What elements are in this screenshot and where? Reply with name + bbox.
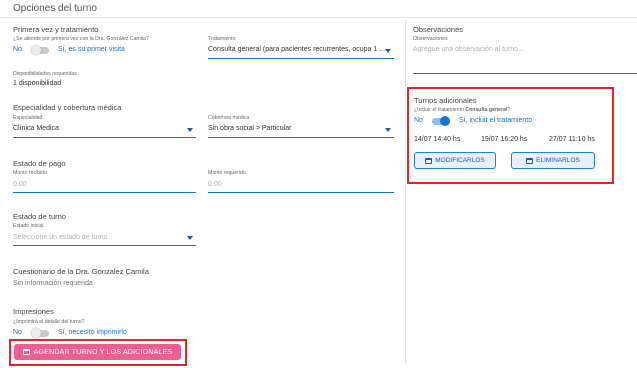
treatment-value: Consulta general (para pacientes recurre…: [208, 46, 386, 53]
specialty-label: Especialidad: [13, 115, 43, 121]
treatment-select[interactable]: Consulta general (para pacientes recurre…: [208, 43, 394, 59]
include-treatment-toggle[interactable]: [432, 116, 450, 126]
appointment-status-title: Estado de turno: [13, 212, 66, 221]
observations-placeholder: Agregue una observación al turno...: [413, 46, 524, 53]
calendar-icon: [22, 349, 30, 355]
first-visit-section-title: Primera vez y tratamiento: [13, 25, 99, 34]
questionnaire-value: Sin información requerida: [13, 280, 93, 287]
amount-received-label: Monto recibido: [13, 170, 48, 176]
observations-label: Observaciones: [413, 36, 448, 42]
coverage-select[interactable]: Sin obra social > Particular: [208, 122, 394, 138]
dropdown-arrow-icon: [385, 128, 391, 132]
options-header: Opciones del turno: [0, 0, 637, 18]
coverage-label: Cobertura médica: [208, 115, 250, 121]
initial-status-select[interactable]: Seleccione un estado de turno: [13, 230, 196, 246]
print-toggle[interactable]: [31, 328, 49, 338]
dropdown-arrow-icon: [187, 236, 193, 240]
print-section-title: Impresiones: [13, 307, 54, 316]
coverage-value: Sin obra social > Particular: [208, 125, 292, 132]
first-visit-no-label: No: [13, 46, 22, 53]
print-yes-label: Sí, necesito imprimirlo: [58, 329, 127, 336]
availability-label: Disponibilidades requeridas: [13, 71, 77, 77]
dropdown-arrow-icon: [187, 128, 193, 132]
amount-received-input[interactable]: 0.00: [13, 177, 196, 193]
first-visit-toggle[interactable]: [31, 45, 49, 55]
schedule-button-label: AGENDAR TURNO Y LOS ADICIONALES: [33, 348, 173, 356]
calendar-icon: [425, 157, 433, 164]
column-divider: [405, 20, 406, 365]
treatment-label: Tratamiento: [208, 36, 236, 42]
amount-required-input[interactable]: 0.00: [208, 177, 394, 193]
questionnaire-title: Cuestionario de la Dra. Gonzalez Camila: [13, 267, 149, 276]
specialty-section-title: Especialidad y cobertura médica: [13, 103, 122, 112]
specialty-value: Clínica Medica: [13, 125, 59, 132]
delete-additional-button[interactable]: ELIMINARLOS: [511, 152, 595, 169]
additional-appointments-panel: Turnos adicionales ¿Incluir el tratamien…: [407, 87, 614, 184]
include-treatment-yes-label: Sí, incluir el tratamiento: [459, 117, 533, 124]
specialty-select[interactable]: Clínica Medica: [13, 122, 196, 138]
first-visit-question: ¿Se atiende por primera vez con la Dra. …: [13, 36, 149, 42]
include-treatment-question: ¿Incluir el tratamiento Consulta general…: [414, 107, 511, 113]
additional-date-3: 27/07 11:10 hs: [549, 136, 595, 143]
print-question: ¿Imprimirá el detalle del turno?: [13, 319, 85, 325]
modify-additional-button[interactable]: MODIFICARLOS: [414, 152, 496, 169]
additional-date-1: 14/07 14:40 hs: [414, 136, 461, 143]
availability-value: 1 disponibilidad: [13, 80, 62, 87]
initial-status-placeholder: Seleccione un estado de turno: [13, 234, 108, 241]
observations-textarea[interactable]: Agregue una observación al turno...: [413, 43, 637, 74]
additional-date-2: 19/07 16:20 hs: [481, 136, 528, 143]
schedule-appointments-button[interactable]: AGENDAR TURNO Y LOS ADICIONALES: [14, 344, 181, 360]
calendar-icon: [526, 157, 534, 164]
page-title: Opciones del turno: [13, 3, 97, 14]
observations-title: Observaciones: [413, 25, 464, 34]
initial-status-label: Estado inicial: [13, 223, 44, 229]
additional-appointments-title: Turnos adicionales: [414, 96, 477, 105]
first-visit-yes-label: Sí, es su primer visita: [58, 46, 125, 53]
dropdown-arrow-icon: [385, 49, 391, 53]
amount-required-label: Monto requerido: [208, 170, 246, 176]
payment-section-title: Estado de pago: [13, 159, 66, 168]
print-no-label: No: [13, 329, 22, 336]
include-treatment-no-label: No: [414, 117, 423, 124]
